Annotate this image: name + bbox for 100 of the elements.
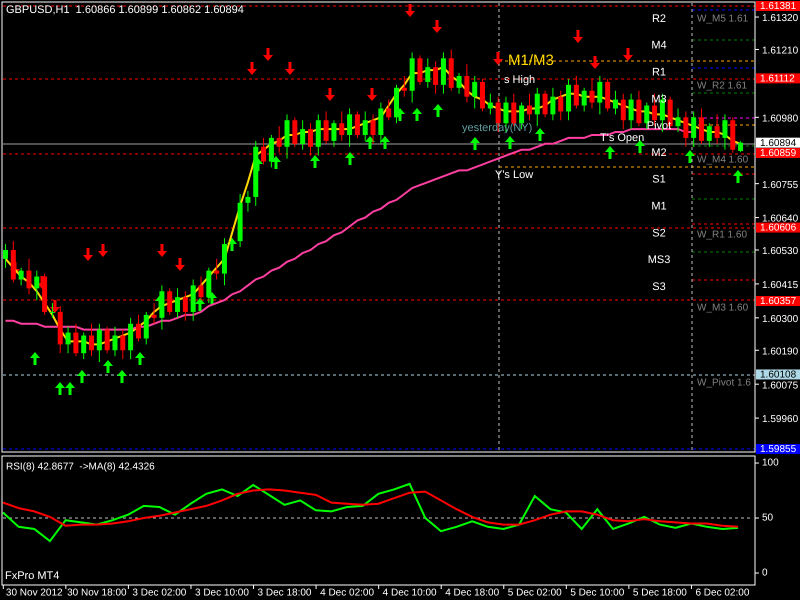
candlestick [245,190,250,212]
down-arrow-icon [83,248,93,261]
time-axis-label: 4 Dec 18:00 [445,588,500,599]
candlestick [268,134,274,168]
up-arrow-icon [412,108,422,121]
time-axis-label: 30 Nov 2012 [6,588,63,599]
up-arrow-icon [103,360,113,373]
candlestick [480,78,486,112]
candlestick [558,90,564,121]
candlestick [42,273,48,316]
down-arrow-icon [405,4,415,17]
candlestick [636,90,642,127]
candlestick [81,332,86,360]
candlestick [534,87,540,127]
weekly-level-label: W_M5 1.61 [697,14,748,25]
candlestick [550,87,556,121]
candlestick [582,87,587,112]
up-arrow-icon [685,150,695,163]
candlestick [222,238,227,286]
indicator-axis-label: 100 [762,458,779,469]
weekly-level-label: W_Pivot 1.6 [697,378,751,389]
candlestick [698,108,704,144]
down-arrow-icon [263,48,273,61]
up-arrow-icon [733,170,743,183]
candlestick [590,78,594,109]
price-tag: 1.59855 [756,444,800,456]
candlestick [300,120,306,150]
up-arrow-icon [433,104,443,117]
candlestick [26,258,32,295]
indicator-axis-label: 0 [762,568,768,579]
candlestick [440,52,446,94]
up-arrow-icon [380,136,390,149]
indicator-title: RSI(8) 42.8677 ->MA(8) 42.4326 [6,462,155,473]
chart-header: GBPUSD,H1 1.60866 1.60899 1.60862 1.60894 [6,4,244,16]
candlestick [456,72,462,94]
down-arrow-icon [590,56,600,69]
price-level-line [692,198,756,200]
candlestick [472,76,478,109]
weekly-level-label: W_R2 1.61 [697,80,748,92]
price-tag: 1.60357 [756,296,800,308]
price-tag: 1.61381 [756,1,800,12]
candlestick [214,258,220,280]
price-axis-label: 1.60300 [762,314,798,325]
price-axis-label: 1.60640 [762,214,798,225]
candlestick [190,279,196,322]
level-label: s High [504,74,536,86]
candlestick [425,58,430,88]
down-arrow-icon [157,244,167,257]
candlestick [34,270,40,301]
candlestick [316,114,321,156]
candlestick [722,114,728,150]
candlestick [566,78,572,121]
price-tag: 1.61112 [756,73,800,85]
candlestick [73,323,78,357]
up-arrow-icon [470,137,480,150]
candlestick [347,108,352,148]
level-label: R2 [652,12,666,25]
candlestick [526,93,532,121]
candlestick [198,276,204,301]
candlestick [676,108,681,133]
time-axis-label: 4 Dec 02:00 [320,588,374,599]
down-arrow-icon [175,258,185,271]
candlestick [58,306,63,354]
up-arrow-icon [117,370,127,383]
up-arrow-icon [505,136,515,149]
time-axis-label: 5 Dec 10:00 [570,588,624,599]
level-label: Y's Low [495,168,534,181]
candlestick [3,244,8,268]
candlestick [136,314,141,342]
indicator-axis-label: 50 [762,512,774,524]
candlestick [628,93,634,130]
price-axis-label: 1.60530 [762,246,798,258]
price-tag: 1.60606 [756,222,800,234]
price-tag: 1.60108 [756,369,800,381]
candlestick [417,54,422,86]
up-arrow-icon [605,146,615,159]
candlestick [574,76,579,109]
candlestick [308,122,313,156]
weekly-level-label: W_M4 1.60 [697,154,748,166]
candlestick [542,90,548,118]
candlestick [18,267,24,286]
candlestick [284,114,290,160]
level-label: S2 [652,227,666,240]
up-arrow-icon [135,352,145,365]
down-arrow-icon [623,48,633,61]
up-arrow-icon [77,370,87,383]
price-axis-label: 1.61210 [762,46,798,57]
candlestick [394,84,399,124]
candlestick [738,140,744,153]
candlestick [386,99,392,121]
candlestick [354,110,360,138]
candlestick [167,288,172,316]
down-arrow-icon [247,62,257,75]
price-tag: 1.60894 [756,138,800,149]
down-arrow-icon [493,52,503,65]
price-level-line [692,92,756,94]
price-axis-label: 1.60755 [762,180,798,191]
candlestick [182,290,188,322]
weekly-level-label: W_R1 1.60 [697,230,748,241]
candlestick [10,240,16,283]
